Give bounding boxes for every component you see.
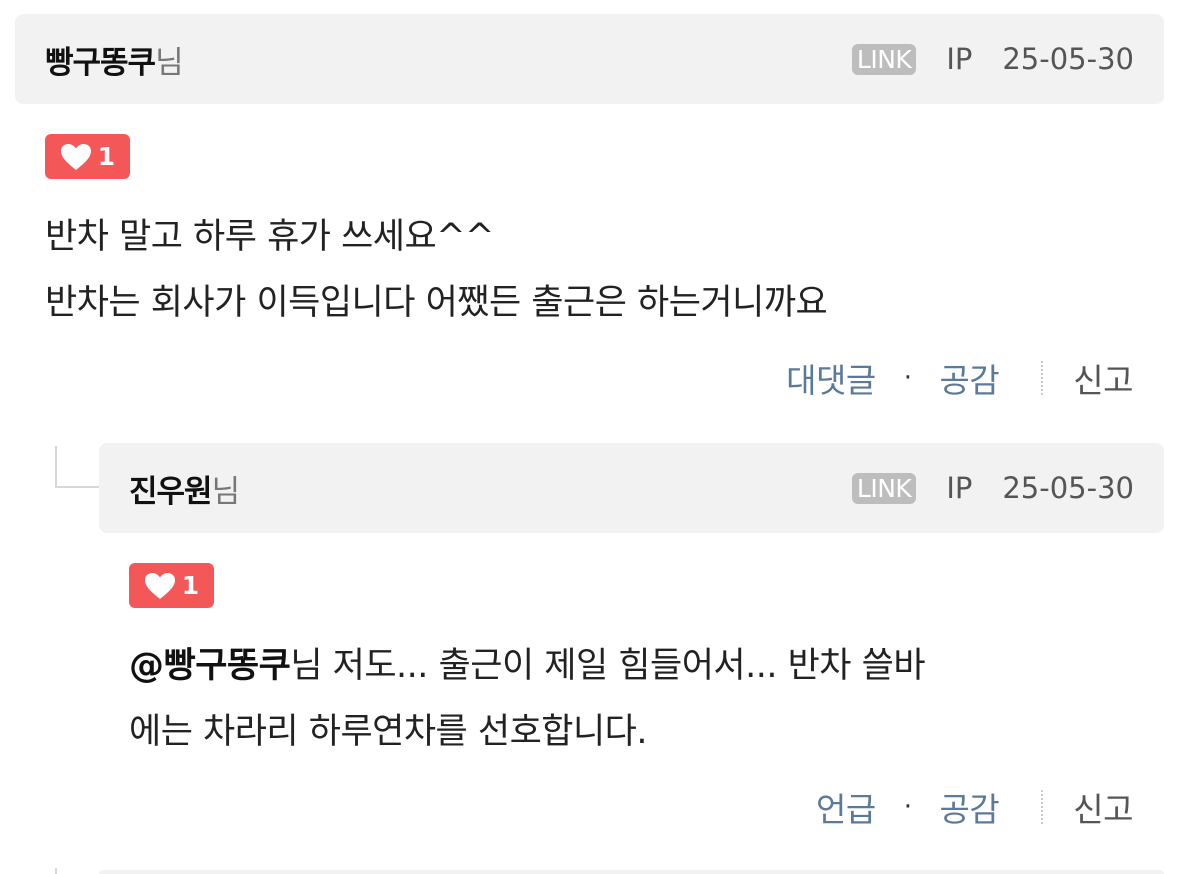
comment-date: 25-05-30 (1002, 42, 1134, 76)
ip-label: IP (946, 471, 973, 505)
reply-button[interactable]: 대댓글 (786, 354, 876, 402)
comment-header: 빵구똥쿠 님 LINK IP 25-05-30 (15, 14, 1164, 104)
like-count-badge: 1 (129, 563, 214, 608)
link-badge[interactable]: LINK (851, 472, 917, 504)
like-count: 1 (181, 571, 200, 600)
author-honorific: 님 (211, 473, 241, 510)
report-button[interactable]: 신고 (1073, 354, 1133, 402)
like-count: 1 (97, 142, 116, 171)
next-comment-header (99, 870, 1164, 874)
link-badge[interactable]: LINK (851, 43, 917, 75)
comment-actions: 대댓글 · 공감 신고 (786, 354, 1133, 402)
comment-line: @빵구똥쿠님 저도... 출근이 제일 힘들어서... 반차 쓸바 (129, 633, 926, 699)
action-separator (1041, 790, 1044, 824)
mention-link[interactable]: @빵구똥쿠 (129, 646, 291, 686)
like-button[interactable]: 공감 (940, 354, 1000, 402)
heart-icon (60, 143, 91, 170)
comment-body: @빵구똥쿠님 저도... 출근이 제일 힘들어서... 반차 쓸바 에는 차라리… (129, 633, 926, 765)
comment-line: 에는 차라리 하루연차를 선호합니다. (129, 712, 648, 752)
comment-line: 반차는 회사가 이득입니다 어쨌든 출근은 하는거니까요 (45, 283, 828, 323)
comment-actions: 언급 · 공감 신고 (816, 783, 1133, 831)
action-dot: · (903, 792, 912, 822)
comment-date: 25-05-30 (1002, 471, 1134, 505)
comment-header: 진우원 님 LINK IP 25-05-30 (99, 443, 1164, 533)
heart-icon (144, 572, 175, 599)
reply-connector (55, 446, 99, 488)
reply-connector (55, 868, 57, 874)
comment-body: 반차 말고 하루 휴가 쓰세요^^ 반차는 회사가 이득입니다 어쨌든 출근은 … (45, 204, 828, 336)
author-honorific: 님 (155, 44, 184, 81)
comment-meta: LINK IP 25-05-30 (851, 471, 1134, 505)
like-count-badge: 1 (45, 134, 130, 179)
mention-button[interactable]: 언급 (816, 783, 876, 831)
comment-line: 반차 말고 하루 휴가 쓰세요^^ (45, 217, 494, 257)
comment-line-text: 님 저도... 출근이 제일 힘들어서... 반차 쓸바 (290, 646, 926, 686)
comment-author[interactable]: 빵구똥쿠 (45, 37, 156, 82)
action-dot: · (903, 363, 912, 393)
comment-meta: LINK IP 25-05-30 (851, 42, 1134, 76)
report-button[interactable]: 신고 (1073, 783, 1133, 831)
ip-label: IP (946, 42, 973, 76)
action-separator (1041, 361, 1044, 395)
comment-author[interactable]: 진우원 (129, 466, 213, 511)
like-button[interactable]: 공감 (940, 783, 1000, 831)
